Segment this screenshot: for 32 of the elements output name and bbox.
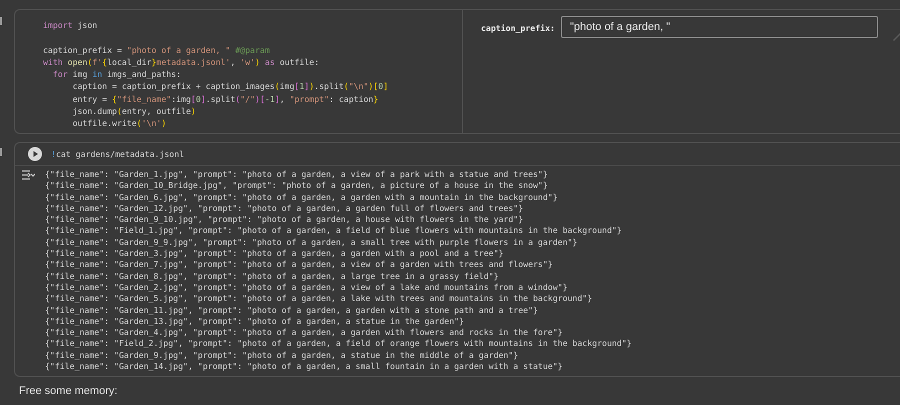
output-line: {"file_name": "Garden_3.jpg", "prompt": "photo of a garden, a garden with a pool and a tree"} xyxy=(45,248,504,260)
output-line: {"file_name": "Garden_9_9.jpg", "prompt": "photo of a garden, a small tree with purple flowers in a garden"} xyxy=(45,236,578,248)
code-line: entry = {"file_name":img[0].split("/")[-1], "prompt": caption} xyxy=(72,92,380,106)
text-cell: Free some memory: xyxy=(19,385,118,398)
code-line: outfile.write('\n') xyxy=(72,117,168,130)
text-field[interactable]: "photo of a garden, " xyxy=(560,16,878,38)
code-line: json.dump(entry, outfile) xyxy=(72,105,197,118)
output-line: {"file_name": "Garden_9.jpg", "prompt": "photo of a garden, a statue in the middle of a garden"} xyxy=(45,350,520,362)
output-line: {"file_name": "Garden_8.jpg", "prompt": "photo of a garden, a large tree in a grassy field"} xyxy=(45,270,500,282)
output-line: {"file_name": "Field_1.jpg", "prompt": "photo of a garden, a field of blue flowers with mountains in the background"} xyxy=(45,225,623,237)
output-line: {"file_name": "Garden_13.jpg", "prompt": "photo of a garden, a statue in the garden"} xyxy=(45,316,465,328)
output-toggle-icon[interactable] xyxy=(21,170,35,180)
code-line: caption = caption_prefix + caption_images(img[1]).split("\n")[0] xyxy=(72,80,390,93)
code-line: for img in imgs_and_paths: xyxy=(52,68,182,80)
output-line: {"file_name": "Field_2.jpg", "prompt": "photo of a garden, a field of orange flowers with mountains in the background"} xyxy=(45,338,632,350)
output-line: {"file_name": "Garden_12.jpg", "prompt": "photo of a garden, a garden full of flowers and trees"} xyxy=(45,202,524,214)
code-line: import json xyxy=(43,19,98,32)
output-line: {"file_name": "Garden_4.jpg", "prompt": "photo of a garden, a garden with flowers and rocks in the fore"} xyxy=(45,327,564,338)
output-line: {"file_name": "Garden_9_10.jpg", "prompt": "photo of a garden, a house with flowers in the yard"} xyxy=(45,214,524,226)
output-line: {"file_name": "Garden_14.jpg", "prompt": "photo of a garden, a small fountain in a garden with a statue"} xyxy=(45,361,564,372)
output-line: {"file_name": "Garden_10_Bridge.jpg", "prompt": "photo of a garden, a picture of a house in the snow"} xyxy=(45,180,549,192)
output-line: {"file_name": "Garden_11.jpg", "prompt": "photo of a garden, a garden with a stone path and a tree"} xyxy=(45,304,539,316)
output-line: {"file_name": "Garden_2.jpg", "prompt": "photo of a garden, a view of a lake and mountains from a window"} xyxy=(45,282,569,294)
output-line: {"file_name": "Garden_1.jpg", "prompt": "photo of a garden, a view of a park with a statue and trees"} xyxy=(45,169,549,180)
output-line: {"file_name": "Garden_5.jpg", "prompt": "photo of a garden, a lake with trees and mountains in the background"} xyxy=(45,293,594,305)
run-button[interactable] xyxy=(28,147,42,161)
output-line: {"file_name": "Garden_7.jpg", "prompt": "photo of a garden, a view of a garden with trees and flowers"} xyxy=(45,259,554,271)
form-label: caption_prefix: xyxy=(481,22,555,33)
code-line: with open(f'{local_dir}metadata.jsonl', 'w') as outfile: xyxy=(43,56,320,68)
output-line: {"file_name": "Garden_6.jpg", "prompt": "photo of a garden, a garden with a mountain in the background"} xyxy=(45,192,559,203)
code-line: caption_prefix = "photo of a garden, " #@param xyxy=(43,44,271,56)
code-line: !cat gardens/metadata.jsonl xyxy=(51,148,184,160)
